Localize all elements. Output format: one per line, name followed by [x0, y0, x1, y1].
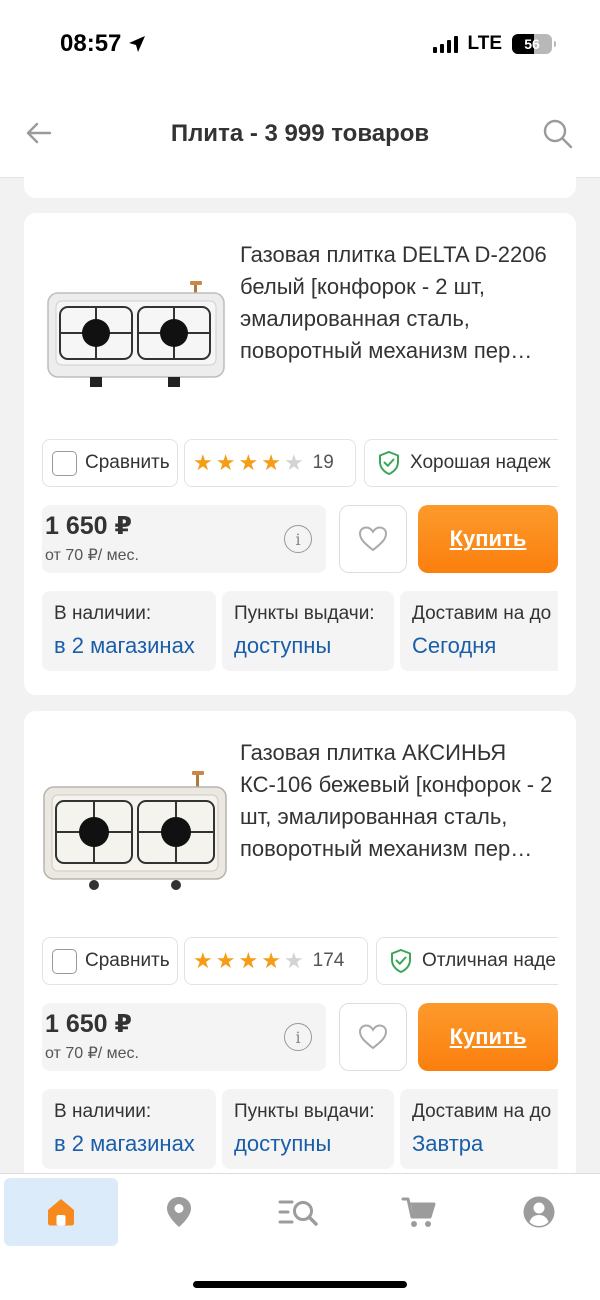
availability-row: В наличии: в 2 магазинах Пункты выдачи: …	[42, 591, 558, 671]
tab-profile[interactable]	[482, 1178, 596, 1246]
network-label: LTE	[467, 33, 502, 54]
price-box: 1 650 ₽ от 70 ₽/ мес. i	[42, 505, 326, 573]
product-image[interactable]	[42, 267, 228, 397]
in-stock-box[interactable]: В наличии: в 2 магазинах	[42, 591, 216, 671]
tab-cart[interactable]	[362, 1178, 476, 1246]
reliability-chip[interactable]: Отличная наде	[376, 937, 558, 985]
price-box: 1 650 ₽ от 70 ₽/ мес. i	[42, 1003, 326, 1071]
in-stock-box[interactable]: В наличии: в 2 магазинах	[42, 1089, 216, 1169]
compare-label: Сравнить	[85, 452, 170, 473]
compare-checkbox[interactable]	[52, 450, 77, 476]
catalog-search-icon	[278, 1200, 318, 1226]
status-time: 08:57	[60, 30, 147, 58]
star-icon: ★	[193, 948, 213, 973]
favorite-button[interactable]	[339, 1003, 407, 1071]
buy-button[interactable]: Купить	[418, 505, 558, 573]
price: 1 650 ₽	[45, 512, 132, 540]
compare-checkbox[interactable]	[52, 948, 77, 974]
heart-icon	[358, 526, 388, 552]
compare-toggle[interactable]: Сравнить	[42, 937, 178, 985]
info-icon[interactable]: i	[284, 1023, 312, 1051]
star-icon: ★	[193, 450, 213, 475]
tab-stores[interactable]	[122, 1178, 236, 1246]
installment-price: от 70 ₽/ мес.	[45, 547, 139, 564]
shield-check-icon	[391, 948, 411, 974]
pickup-box[interactable]: Пункты выдачи: доступны	[222, 1089, 394, 1169]
cart-icon	[401, 1197, 436, 1227]
location-arrow-icon	[129, 36, 146, 52]
star-icon: ★	[215, 450, 236, 475]
star-icon: ★	[215, 948, 236, 973]
pickup-box[interactable]: Пункты выдачи: доступны	[222, 591, 394, 671]
price: 1 650 ₽	[45, 1010, 132, 1038]
product-chips: Сравнить ★ ★ ★ ★ ★ 19 Хорошая надеж	[42, 439, 558, 487]
availability-row: В наличии: в 2 магазинах Пункты выдачи: …	[42, 1089, 558, 1169]
delivery-label: Доставим на до	[412, 603, 552, 624]
product-image[interactable]	[42, 765, 228, 895]
star-empty-icon: ★	[283, 948, 304, 973]
review-count: 174	[312, 950, 345, 971]
star-icon: ★	[261, 450, 281, 475]
product-chips: Сравнить ★ ★ ★ ★ ★ 174 Отличная наде	[42, 937, 558, 985]
delivery-label: Доставим на до	[412, 1101, 552, 1122]
info-icon[interactable]: i	[284, 525, 312, 553]
tab-home[interactable]	[4, 1178, 118, 1246]
delivery-link[interactable]: Сегодня	[412, 633, 558, 659]
page-title: Плита - 3 999 товаров	[170, 120, 430, 147]
rating-chip[interactable]: ★ ★ ★ ★ ★ 19	[184, 439, 356, 487]
battery-level: 56	[524, 36, 540, 52]
favorite-button[interactable]	[339, 505, 407, 573]
product-title[interactable]: Газовая плитка DELTA D-2206 белый [конфо…	[240, 239, 558, 367]
compare-toggle[interactable]: Сравнить	[42, 439, 178, 487]
reliability-label: Отличная наде	[422, 950, 557, 971]
pickup-link[interactable]: доступны	[234, 633, 394, 659]
in-stock-link[interactable]: в 2 магазинах	[54, 1131, 216, 1157]
star-empty-icon: ★	[283, 450, 304, 475]
star-icon: ★	[238, 948, 259, 973]
bottom-tab-bar	[0, 1173, 600, 1300]
pickup-label: Пункты выдачи:	[234, 1101, 375, 1122]
product-card[interactable]: Газовая плитка АКСИНЬЯ КС-106 бежевый [к…	[24, 711, 576, 1181]
delivery-link[interactable]: Завтра	[412, 1131, 558, 1157]
location-pin-icon	[167, 1197, 191, 1227]
heart-icon	[358, 1024, 388, 1050]
delivery-box[interactable]: Доставим на до Сегодня	[400, 591, 558, 671]
reliability-chip[interactable]: Хорошая надеж	[364, 439, 558, 487]
shield-check-icon	[379, 450, 399, 476]
home-indicator	[193, 1281, 407, 1288]
star-icon: ★	[238, 450, 259, 475]
product-title[interactable]: Газовая плитка АКСИНЬЯ КС-106 бежевый [к…	[240, 737, 558, 865]
battery-icon: 56	[512, 34, 556, 54]
pickup-label: Пункты выдачи:	[234, 603, 375, 624]
previous-product-card	[24, 160, 576, 198]
reliability-label: Хорошая надеж	[410, 452, 551, 473]
installment-price: от 70 ₽/ мес.	[45, 1045, 139, 1062]
compare-label: Сравнить	[85, 950, 170, 971]
home-icon	[48, 1199, 74, 1226]
star-icon: ★	[261, 948, 281, 973]
rating-chip[interactable]: ★ ★ ★ ★ ★ 174	[184, 937, 368, 985]
in-stock-label: В наличии:	[54, 1101, 152, 1122]
in-stock-link[interactable]: в 2 магазинах	[54, 633, 216, 659]
delivery-box[interactable]: Доставим на до Завтра	[400, 1089, 558, 1169]
tab-catalog[interactable]	[242, 1178, 356, 1246]
buy-button[interactable]: Купить	[418, 1003, 558, 1071]
in-stock-label: В наличии:	[54, 603, 152, 624]
status-bar: 08:57 LTE 56	[0, 0, 600, 90]
profile-icon	[523, 1196, 555, 1228]
time-text: 08:57	[60, 30, 122, 57]
search-icon[interactable]	[542, 118, 574, 150]
signal-icon	[432, 35, 458, 53]
product-card[interactable]: Газовая плитка DELTA D-2206 белый [конфо…	[24, 213, 576, 695]
review-count: 19	[312, 452, 334, 473]
pickup-link[interactable]: доступны	[234, 1131, 394, 1157]
